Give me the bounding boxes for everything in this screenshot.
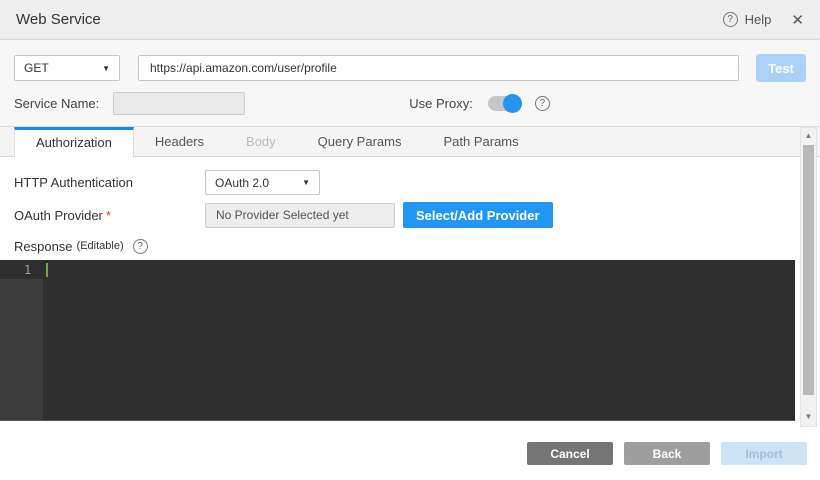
http-method-value: GET [24,61,49,75]
vertical-scrollbar[interactable]: ▲ ▼ [800,127,817,427]
response-editable-label: (Editable) [77,240,124,252]
service-name-input[interactable] [113,92,245,115]
oauth-provider-field[interactable]: No Provider Selected yet [205,203,395,228]
response-label: Response [14,239,73,254]
tab-path-params[interactable]: Path Params [422,127,539,156]
toggle-knob [503,94,522,113]
http-authentication-value: OAuth 2.0 [215,176,269,190]
editor-active-line [0,260,795,279]
cancel-button[interactable]: Cancel [527,442,613,465]
http-authentication-label: HTTP Authentication [14,175,205,190]
dialog-footer: Cancel Back Import [0,427,820,480]
oauth-provider-value: No Provider Selected yet [216,208,349,222]
proxy-help-icon[interactable]: ? [535,96,550,111]
use-proxy-label: Use Proxy: [409,96,473,111]
test-button[interactable]: Test [756,54,806,82]
help-icon[interactable]: ? [723,12,738,27]
request-toolbar: GET ▼ Test Service Name: Use Proxy: ? [0,40,820,126]
select-add-provider-button[interactable]: Select/Add Provider [403,202,553,228]
tab-bar: Authorization Headers Body Query Params … [0,126,820,157]
editor-line-number: 1 [24,263,31,277]
use-proxy-toggle[interactable] [488,96,520,111]
response-editor[interactable]: 1 [0,260,795,421]
scrollbar-thumb[interactable] [803,145,814,395]
page-title: Web Service [16,11,101,28]
back-button[interactable]: Back [624,442,710,465]
close-icon[interactable]: ✕ [791,11,804,29]
authorization-panel: HTTP Authentication OAuth 2.0 ▼ OAuth Pr… [0,170,820,421]
http-method-select[interactable]: GET ▼ [14,55,120,81]
service-name-label: Service Name: [14,96,99,111]
chevron-down-icon: ▼ [102,64,110,73]
editor-gutter [0,260,43,420]
web-service-dialog: Web Service ? Help ✕ GET ▼ Test Service … [0,0,820,480]
response-help-icon[interactable]: ? [133,239,148,254]
scroll-down-icon[interactable]: ▼ [801,410,816,424]
tab-body[interactable]: Body [225,127,297,156]
oauth-provider-label: OAuth Provider* [14,208,205,223]
tab-authorization[interactable]: Authorization [14,127,134,158]
editor-cursor [46,263,48,277]
chevron-down-icon: ▼ [302,178,310,187]
tab-headers[interactable]: Headers [134,127,225,156]
tab-query-params[interactable]: Query Params [297,127,423,156]
help-label[interactable]: Help [745,12,772,27]
url-input[interactable] [138,55,739,81]
import-button[interactable]: Import [721,442,807,465]
scroll-up-icon[interactable]: ▲ [801,129,816,143]
dialog-header: Web Service ? Help ✕ [0,0,820,40]
http-authentication-select[interactable]: OAuth 2.0 ▼ [205,170,320,195]
required-asterisk: * [106,208,111,223]
